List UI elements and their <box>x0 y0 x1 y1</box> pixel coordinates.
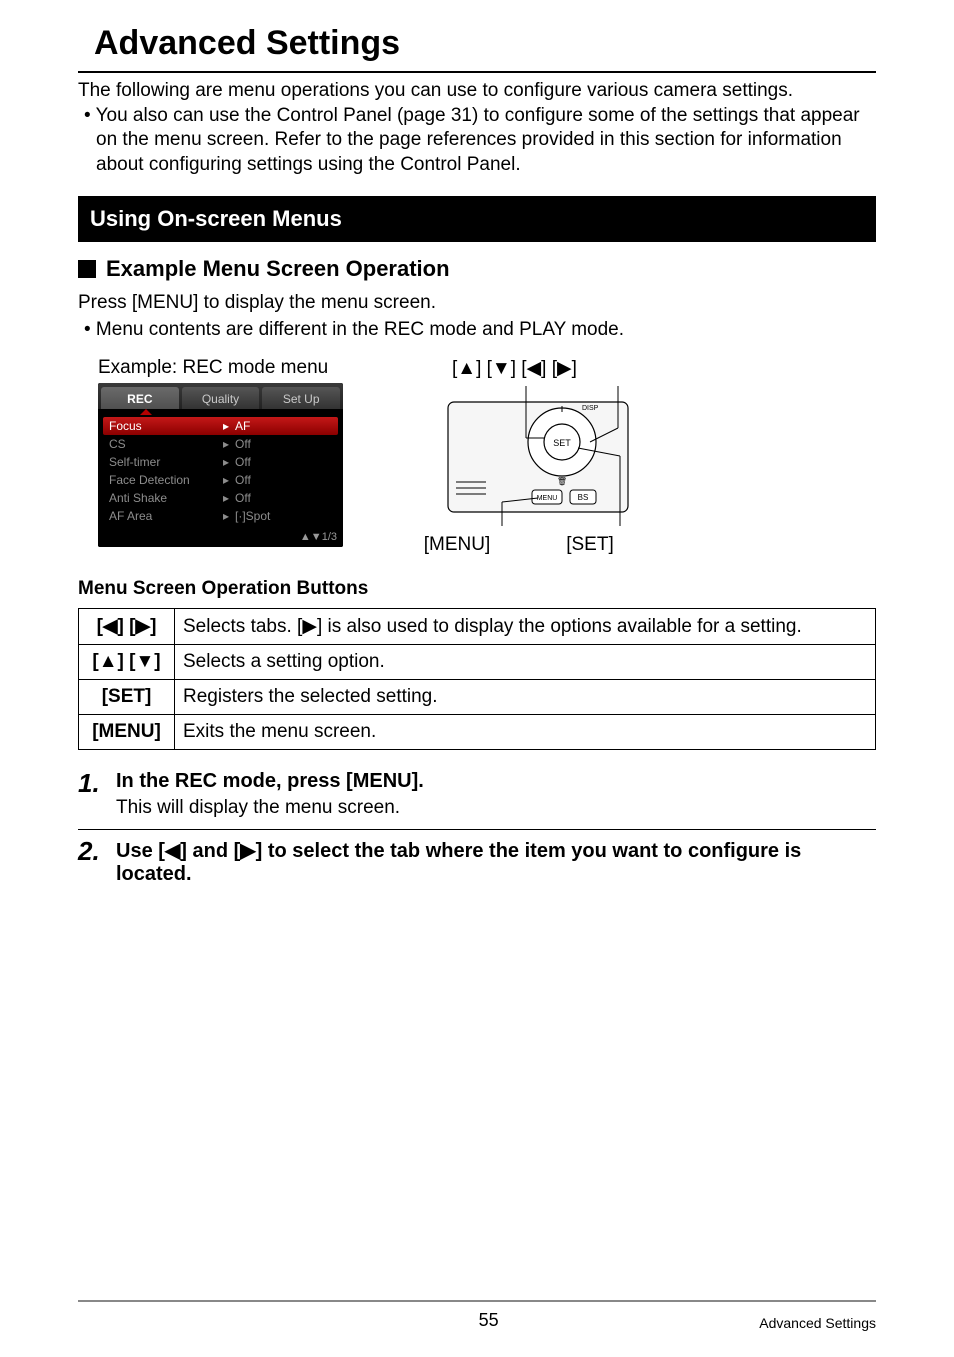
menu-row-value: AF <box>235 419 250 433</box>
step-number: 1. <box>78 770 116 819</box>
press-menu-line: Press [MENU] to display the menu screen. <box>78 290 876 316</box>
table-desc: Selects tabs. [▶] is also used to displa… <box>175 609 876 645</box>
menu-row-label: AF Area <box>103 509 223 523</box>
tab-quality: Quality <box>182 387 260 409</box>
menu-row-antishake: Anti Shake ▸ Off <box>103 489 338 507</box>
step-text: In the REC mode, press [MENU]. <box>116 770 424 793</box>
diagram-set-label: [SET] <box>530 534 650 556</box>
tab-rec: REC <box>101 387 179 409</box>
menu-row-cs: CS ▸ Off <box>103 435 338 453</box>
control-diagram: SET DISP MENU BS 🗑 <box>442 382 662 530</box>
menu-footer-page: ▲▼1/3 <box>98 529 343 547</box>
menu-row-value: [·]Spot <box>235 509 270 523</box>
table-desc: Selects a setting option. <box>175 645 876 680</box>
section-bar: Using On-screen Menus <box>78 196 876 242</box>
menu-row-value: Off <box>235 473 251 487</box>
arrows-label: [▲] [▼] [◀] [▶] <box>452 357 706 380</box>
menu-row-afarea: AF Area ▸ [·]Spot <box>103 507 338 525</box>
table-desc: Registers the selected setting. <box>175 680 876 715</box>
menu-row-label: Anti Shake <box>103 491 223 505</box>
diagram-menu-label: [MENU] <box>384 534 530 556</box>
subhead: Example Menu Screen Operation <box>106 256 450 282</box>
table-key: [▲] [▼] <box>79 645 175 680</box>
table-key: [MENU] <box>79 715 175 750</box>
black-square-icon <box>78 260 96 278</box>
rec-menu-screenshot: REC Quality Set Up Focus ▸ AF CS ▸ Off <box>98 383 343 547</box>
menu-row-value: Off <box>235 437 251 451</box>
contents-bullet: • Menu contents are different in the REC… <box>78 317 876 343</box>
step-text: Use [◀] and [▶] to select the tab where … <box>116 838 876 886</box>
bs-btn-label: BS <box>578 493 589 502</box>
step-subtext: This will display the menu screen. <box>116 797 424 819</box>
intro-line: The following are menu operations you ca… <box>78 79 876 104</box>
menu-row-focus: Focus ▸ AF <box>103 417 338 435</box>
intro-block: The following are menu operations you ca… <box>78 79 876 178</box>
subhead-row: Example Menu Screen Operation <box>78 256 876 282</box>
table-key: [SET] <box>79 680 175 715</box>
menu-row-value: Off <box>235 491 251 505</box>
table-key: [◀] [▶] <box>79 609 175 645</box>
footer-rule <box>78 1300 876 1302</box>
example-label: Example: REC mode menu <box>98 357 368 379</box>
menu-row-label: Self-timer <box>103 455 223 469</box>
menu-btn-label: MENU <box>537 495 558 502</box>
tab-setup: Set Up <box>262 387 340 409</box>
footer: 55 Advanced Settings <box>78 1300 876 1331</box>
menu-row-label: Focus <box>103 419 223 433</box>
menu-row-selftimer: Self-timer ▸ Off <box>103 453 338 471</box>
menu-row-label: Face Detection <box>103 473 223 487</box>
table-desc: Exits the menu screen. <box>175 715 876 750</box>
table-title: Menu Screen Operation Buttons <box>78 578 876 600</box>
trash-icon: 🗑 <box>557 477 567 486</box>
ops-table: [◀] [▶] Selects tabs. [▶] is also used t… <box>78 608 876 750</box>
menu-row-face: Face Detection ▸ Off <box>103 471 338 489</box>
title-rule <box>78 71 876 73</box>
menu-row-value: Off <box>235 455 251 469</box>
menu-row-label: CS <box>103 437 223 451</box>
active-tab-arrow-icon <box>140 409 152 415</box>
page-number: 55 <box>218 1310 759 1331</box>
footer-right: Advanced Settings <box>759 1315 876 1331</box>
page-title: Advanced Settings <box>94 24 876 63</box>
set-label: SET <box>553 438 571 448</box>
intro-bullet: • You also can use the Control Panel (pa… <box>78 104 876 178</box>
step-number: 2. <box>78 838 116 886</box>
step-rule <box>78 829 876 830</box>
disp-label: DISP <box>582 405 599 412</box>
